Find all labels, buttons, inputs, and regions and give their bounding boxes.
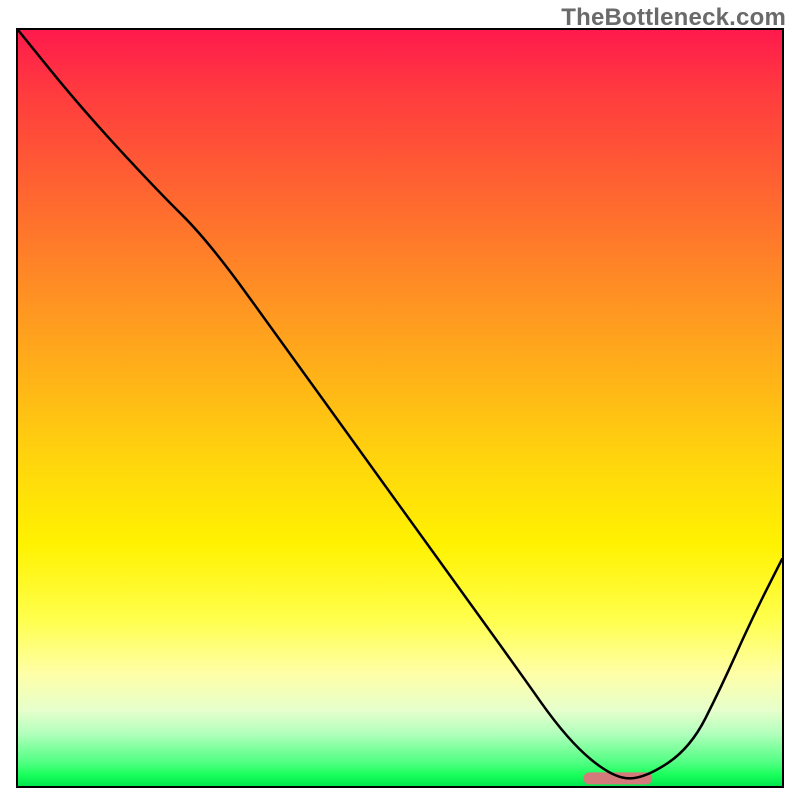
bottleneck-curve-svg — [18, 30, 782, 786]
optimal-range-rect — [583, 772, 652, 784]
bottleneck-curve-line — [18, 30, 782, 778]
optimal-range-marker — [583, 772, 652, 784]
chart-plot-area — [16, 28, 784, 788]
